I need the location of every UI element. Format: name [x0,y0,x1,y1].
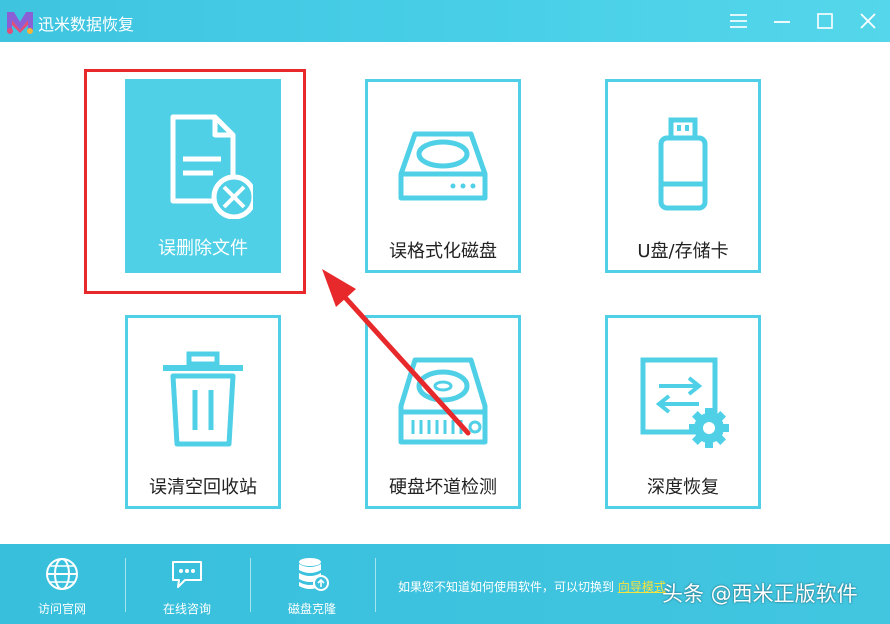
footer-label: 访问官网 [37,602,86,616]
tile-format-disk[interactable]: 误格式化磁盘 [365,79,521,273]
minimize-icon [774,21,790,23]
close-button[interactable] [851,6,885,36]
recycle-bin-icon [163,351,243,447]
maximize-button[interactable] [808,6,842,36]
menu-button[interactable] [722,6,756,36]
tile-label: 深度恢复 [647,477,719,498]
app-title: 迅米数据恢复 [38,15,135,34]
tile-recycle-bin[interactable]: 误清空回收站 [125,315,281,509]
watermark-text: 头条 @西米正版软件 [662,582,858,606]
visit-website-button[interactable]: 访问官网 [0,544,124,624]
usb-drive-icon [658,117,708,211]
footer-label: 磁盘克隆 [287,602,336,616]
close-icon [860,13,876,29]
tile-label: U盘/存储卡 [637,241,729,262]
deep-recovery-icon [640,357,729,448]
tile-label: 硬盘坏道检测 [389,477,497,498]
footer-divider [375,558,376,612]
app-logo-icon [7,12,33,34]
format-disk-icon [398,131,488,201]
guide-hint-text: 如果您不知道如何使用软件，可以切换到 [398,580,615,594]
chat-icon [172,561,202,588]
tile-deep-recovery[interactable]: 深度恢复 [605,315,761,509]
footer-label: 在线咨询 [162,602,211,616]
menu-icon [730,14,747,28]
tile-usb-drive[interactable]: U盘/存储卡 [605,79,761,273]
wizard-mode-link[interactable]: 向导模式 [618,580,666,594]
globe-icon [46,558,78,590]
database-clone-icon [299,558,329,591]
online-consult-button[interactable]: 在线咨询 [125,544,249,624]
tile-label: 误清空回收站 [149,477,257,498]
highlight-box [84,69,306,294]
minimize-button[interactable] [765,6,799,36]
guide-hint: 如果您不知道如何使用软件，可以切换到 向导模式 [398,578,666,595]
disk-clone-button[interactable]: 磁盘克隆 [250,544,374,624]
red-arrow-icon [322,269,471,436]
maximize-icon [817,13,833,29]
title-bar: 迅米数据恢复 [0,0,890,42]
